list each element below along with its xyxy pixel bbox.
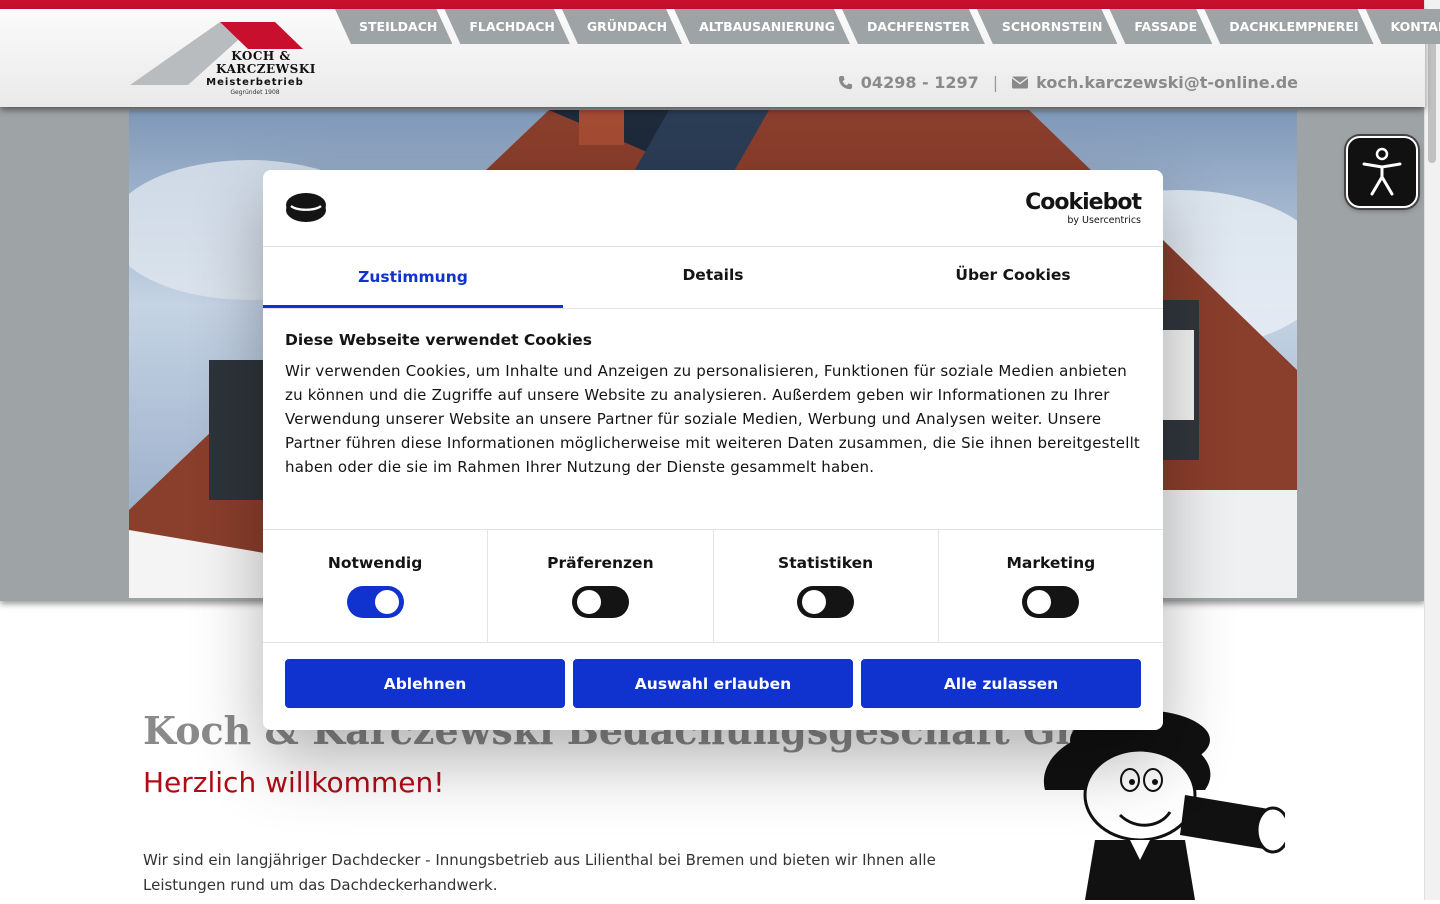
allow-all-button[interactable]: Alle zulassen bbox=[861, 659, 1141, 708]
nav-item-altbausanierung[interactable]: ALTBAUSANIERUNG bbox=[674, 9, 850, 44]
header-contact: 04298 - 1297 | koch.karczewski@t-online.… bbox=[838, 73, 1298, 92]
decline-button[interactable]: Ablehnen bbox=[285, 659, 565, 708]
logo-subtitle: Meisterbetrieb bbox=[206, 77, 304, 88]
logo-wordmark: KOCH & KARCZEWSKI bbox=[216, 49, 316, 76]
nav-item-gruendach[interactable]: GRÜNDACH bbox=[562, 9, 682, 44]
nav-item-flachdach[interactable]: FLACHDACH bbox=[444, 9, 570, 44]
welcome-heading: Herzlich willkommen! bbox=[143, 766, 445, 799]
toggle-praeferenzen[interactable] bbox=[571, 586, 629, 618]
nav-item-kontakt[interactable]: KONTAKT bbox=[1366, 9, 1440, 44]
top-accent-bar bbox=[0, 0, 1425, 9]
toggle-marketing[interactable] bbox=[1022, 586, 1080, 618]
nav-item-dachklempnerei[interactable]: DACHKLEMPNEREI bbox=[1204, 9, 1373, 44]
phone-number[interactable]: 04298 - 1297 bbox=[861, 73, 979, 92]
toggle-notwendig[interactable] bbox=[346, 586, 404, 618]
contact-separator: | bbox=[992, 73, 999, 92]
accessibility-button[interactable] bbox=[1346, 136, 1418, 208]
accessibility-person-icon bbox=[1362, 147, 1402, 196]
page-scrollbar[interactable] bbox=[1424, 0, 1440, 900]
cookie-consent-dialog: Cookiebot by Usercentrics Zustimmung Det… bbox=[263, 170, 1163, 730]
mascot-illustration bbox=[1043, 710, 1291, 900]
phone-icon bbox=[838, 75, 852, 90]
allow-selection-button[interactable]: Auswahl erlauben bbox=[573, 659, 853, 708]
cookie-description: Diese Webseite verwendet Cookies Wir ver… bbox=[263, 309, 1163, 530]
nav-item-dachfenster[interactable]: DACHFENSTER bbox=[842, 9, 985, 44]
category-statistiken: Statistiken bbox=[714, 530, 939, 642]
cookie-title: Diese Webseite verwendet Cookies bbox=[285, 331, 592, 349]
company-logo[interactable]: KOCH & KARCZEWSKI Meisterbetrieb Gegründ… bbox=[128, 22, 316, 102]
nav-item-schornstein[interactable]: SCHORNSTEIN bbox=[977, 9, 1118, 44]
email-link[interactable]: koch.karczewski@t-online.de bbox=[1036, 73, 1298, 92]
envelope-icon bbox=[1012, 76, 1029, 89]
nav-item-steildach[interactable]: STEILDACH bbox=[335, 9, 452, 44]
cookiebot-brand[interactable]: Cookiebot by Usercentrics bbox=[1025, 191, 1142, 227]
logo-founded: Gegründet 1908 bbox=[230, 89, 280, 96]
cookie-categories: Notwendig Präferenzen Statistiken Market… bbox=[263, 530, 1163, 643]
tab-details[interactable]: Details bbox=[563, 247, 863, 308]
tab-ueber-cookies[interactable]: Über Cookies bbox=[863, 247, 1163, 308]
roofer-mascot bbox=[1035, 710, 1291, 900]
site-header: KOCH & KARCZEWSKI Meisterbetrieb Gegründ… bbox=[0, 9, 1425, 107]
toggle-statistiken[interactable] bbox=[797, 586, 855, 618]
cookie-tabs: Zustimmung Details Über Cookies bbox=[263, 247, 1163, 309]
category-marketing: Marketing bbox=[939, 530, 1163, 642]
cookie-actions: Ablehnen Auswahl erlauben Alle zulassen bbox=[263, 643, 1163, 724]
cookie-logo-icon bbox=[286, 193, 326, 222]
cookie-dialog-header: Cookiebot by Usercentrics bbox=[263, 170, 1163, 247]
main-navigation: STEILDACH FLACHDACH GRÜNDACH ALTBAUSANIE… bbox=[335, 9, 1440, 44]
category-praeferenzen: Präferenzen bbox=[488, 530, 714, 642]
intro-text: Wir sind ein langjähriger Dachdecker - I… bbox=[143, 851, 936, 894]
nav-item-fassade[interactable]: FASSADE bbox=[1109, 9, 1212, 44]
category-notwendig: Notwendig bbox=[263, 530, 489, 642]
cookie-text: Wir verwenden Cookies, um Inhalte und An… bbox=[285, 362, 1141, 476]
tab-zustimmung[interactable]: Zustimmung bbox=[263, 247, 563, 308]
